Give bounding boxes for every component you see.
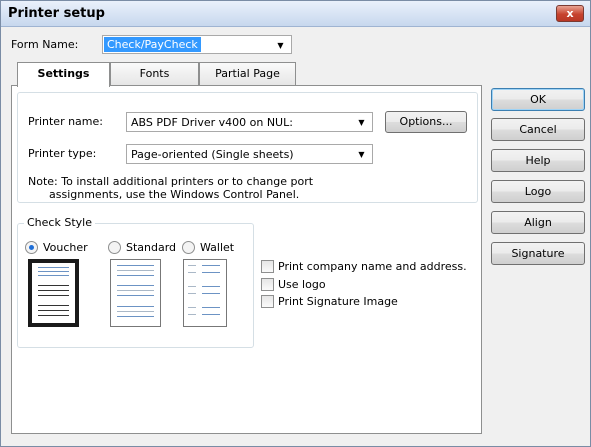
ok-button[interactable]: OK bbox=[491, 88, 585, 111]
cancel-button[interactable]: Cancel bbox=[491, 118, 585, 141]
note-line-2: assignments, use the Windows Control Pan… bbox=[49, 188, 300, 201]
voucher-radio[interactable] bbox=[25, 241, 38, 254]
wallet-radio[interactable] bbox=[182, 241, 195, 254]
print-company-checkbox[interactable] bbox=[261, 260, 274, 273]
printer-name-dropdown[interactable]: ABS PDF Driver v400 on NUL: ▼ bbox=[126, 112, 373, 132]
print-signature-label[interactable]: Print Signature Image bbox=[278, 295, 398, 308]
tab-settings-label: Settings bbox=[37, 67, 90, 80]
voucher-label[interactable]: Voucher bbox=[43, 241, 88, 254]
window-title: Printer setup bbox=[8, 6, 105, 21]
voucher-preview-image[interactable] bbox=[28, 259, 79, 327]
tab-fonts-label: Fonts bbox=[139, 67, 170, 80]
chevron-down-icon: ▼ bbox=[358, 118, 365, 127]
standard-preview-image[interactable] bbox=[110, 259, 161, 327]
help-button[interactable]: Help bbox=[491, 149, 585, 172]
wallet-label[interactable]: Wallet bbox=[200, 241, 234, 254]
printer-type-dropdown[interactable]: Page-oriented (Single sheets) ▼ bbox=[126, 144, 373, 164]
standard-label[interactable]: Standard bbox=[126, 241, 176, 254]
wallet-preview-image[interactable] bbox=[183, 259, 227, 327]
tab-partial-page[interactable]: Partial Page bbox=[199, 62, 296, 86]
use-logo-label[interactable]: Use logo bbox=[278, 278, 326, 291]
tab-settings[interactable]: Settings bbox=[17, 62, 110, 87]
printer-name-label: Printer name: bbox=[28, 115, 103, 128]
chevron-down-icon: ▼ bbox=[277, 41, 284, 50]
logo-button[interactable]: Logo bbox=[491, 180, 585, 203]
signature-button[interactable]: Signature bbox=[491, 242, 585, 265]
printer-setup-dialog: Printer setup x Form Name: Check/PayChec… bbox=[0, 0, 591, 447]
chevron-down-icon: ▼ bbox=[358, 150, 365, 159]
align-button[interactable]: Align bbox=[491, 211, 585, 234]
printer-type-value: Page-oriented (Single sheets) bbox=[131, 148, 294, 161]
form-name-label: Form Name: bbox=[11, 38, 79, 51]
print-signature-checkbox[interactable] bbox=[261, 295, 274, 308]
use-logo-checkbox[interactable] bbox=[261, 278, 274, 291]
options-button[interactable]: Options... bbox=[385, 111, 467, 133]
title-bar: Printer setup x bbox=[1, 1, 590, 27]
note-line-1: Note: To install additional printers or … bbox=[28, 175, 314, 188]
print-company-label[interactable]: Print company name and address. bbox=[278, 260, 467, 273]
tab-fonts[interactable]: Fonts bbox=[110, 62, 199, 86]
printer-type-label: Printer type: bbox=[28, 147, 97, 160]
settings-panel: Printer name: ABS PDF Driver v400 on NUL… bbox=[11, 85, 482, 434]
printer-group: Printer name: ABS PDF Driver v400 on NUL… bbox=[17, 92, 478, 203]
check-style-caption: Check Style bbox=[24, 216, 95, 229]
form-name-value: Check/PayCheck bbox=[104, 37, 201, 52]
standard-radio[interactable] bbox=[108, 241, 121, 254]
close-button[interactable]: x bbox=[556, 5, 584, 22]
tab-partial-page-label: Partial Page bbox=[215, 67, 280, 80]
printer-name-value: ABS PDF Driver v400 on NUL: bbox=[131, 116, 293, 129]
form-name-dropdown[interactable]: Check/PayCheck ▼ bbox=[102, 35, 292, 54]
printer-note: Note: To install additional printers or … bbox=[28, 175, 313, 201]
close-icon: x bbox=[566, 7, 574, 20]
check-style-group: Check Style Voucher Standard Wallet bbox=[17, 216, 254, 348]
